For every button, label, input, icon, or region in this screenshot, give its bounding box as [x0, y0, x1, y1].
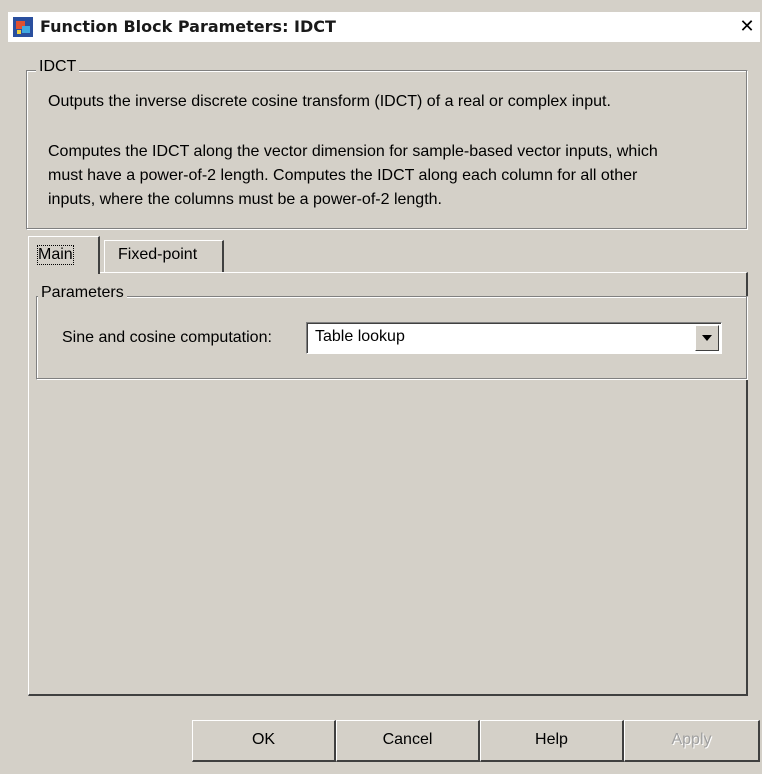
- dialog-window: Function Block Parameters: IDCT ✕ IDCT O…: [0, 0, 762, 774]
- sine-cosine-select[interactable]: Table lookup: [306, 322, 722, 354]
- cancel-button[interactable]: Cancel: [336, 720, 480, 762]
- dropdown-toggle[interactable]: [695, 325, 719, 351]
- description-line-3: must have a power-of-2 length. Computes …: [48, 167, 638, 184]
- ok-button[interactable]: OK: [192, 720, 336, 762]
- block-description-title: IDCT: [36, 58, 80, 76]
- apply-button[interactable]: Apply: [624, 720, 760, 762]
- window-title: Function Block Parameters: IDCT: [40, 17, 336, 36]
- parameters-group-title: Parameters: [38, 284, 127, 302]
- chevron-down-icon: [702, 335, 712, 341]
- tab-fixed-point-label: Fixed-point: [118, 246, 198, 263]
- title-bar[interactable]: Function Block Parameters: IDCT ✕: [8, 12, 760, 42]
- description-line-2: Computes the IDCT along the vector dimen…: [48, 143, 658, 160]
- close-icon[interactable]: ✕: [736, 16, 758, 38]
- tab-main-label: Main: [37, 245, 74, 265]
- sine-cosine-label: Sine and cosine computation:: [62, 329, 272, 346]
- simulink-block-icon: [12, 16, 34, 38]
- description-line-1: Outputs the inverse discrete cosine tran…: [48, 93, 611, 110]
- sine-cosine-selected-value: Table lookup: [315, 328, 405, 345]
- tab-fixed-point[interactable]: Fixed-point: [104, 240, 224, 272]
- help-button[interactable]: Help: [480, 720, 624, 762]
- description-line-4: inputs, where the columns must be a powe…: [48, 191, 442, 208]
- tab-main[interactable]: Main: [28, 236, 100, 274]
